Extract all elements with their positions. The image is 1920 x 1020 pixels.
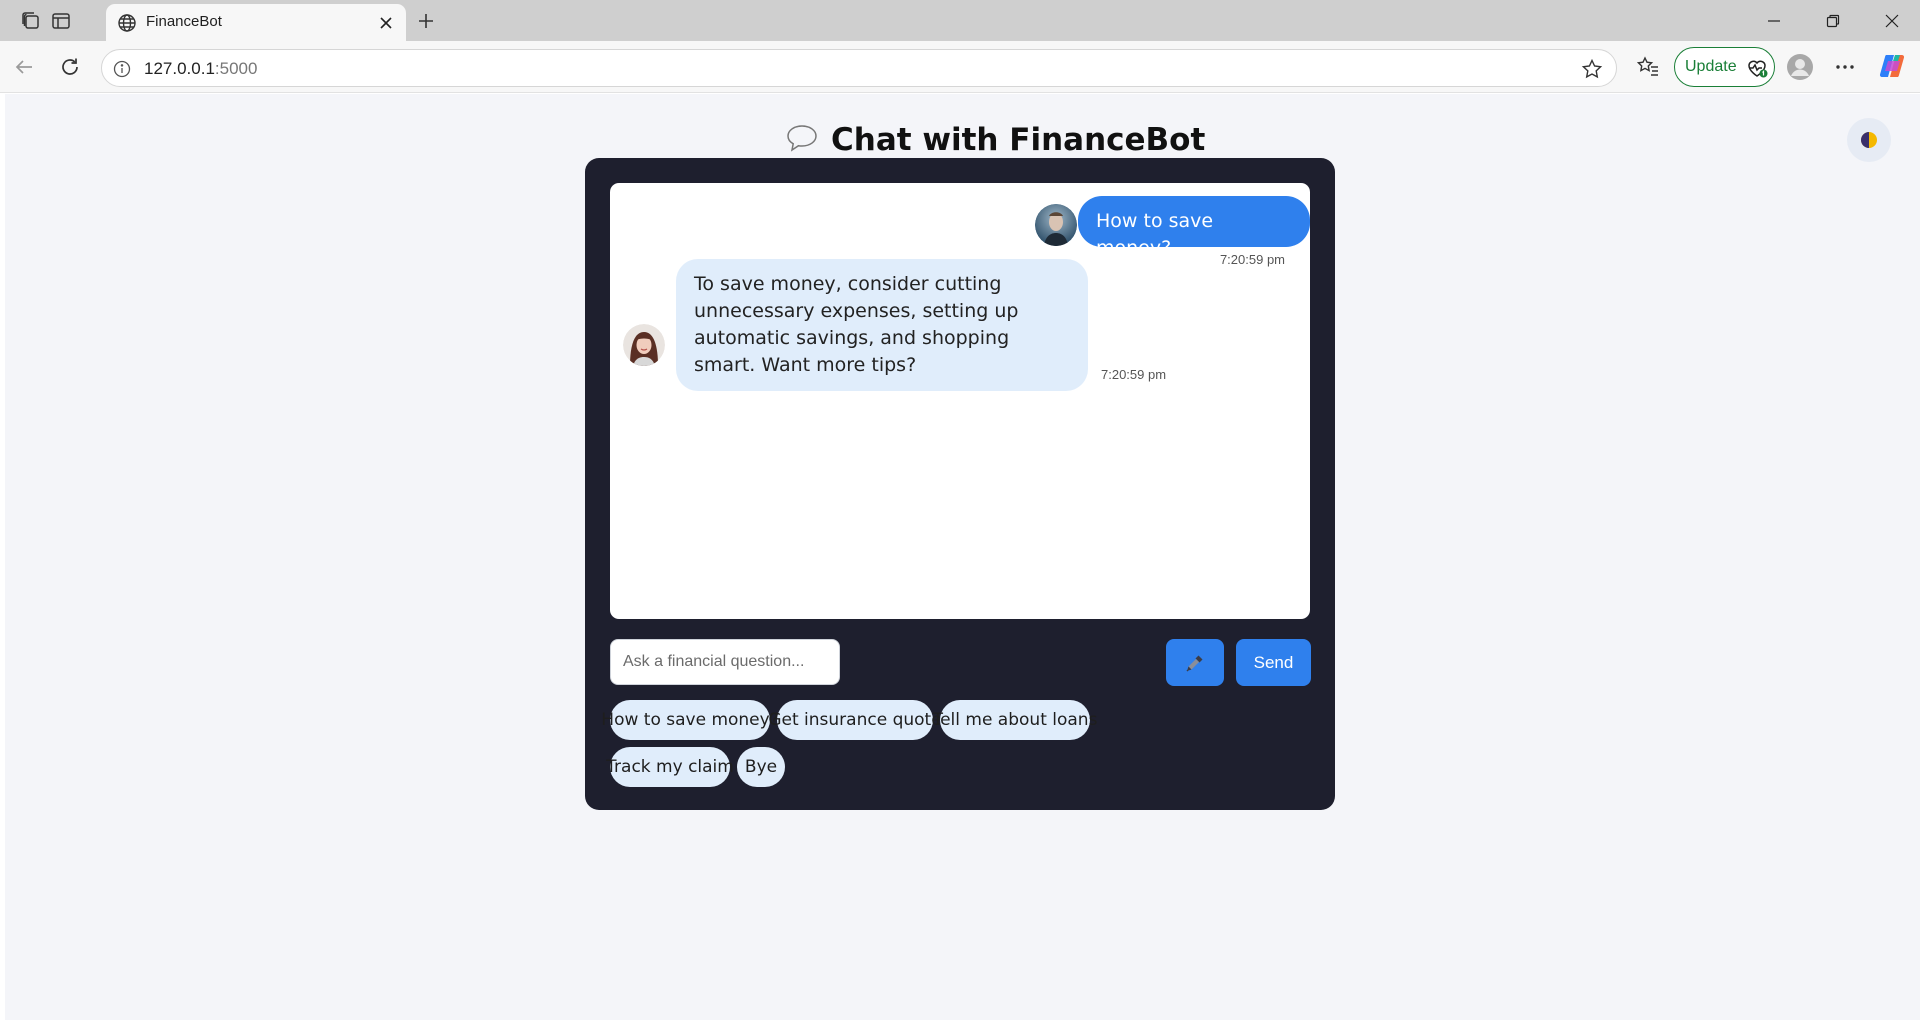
copilot-icon[interactable] <box>1876 50 1908 82</box>
user-message-bubble: How to save money? <box>1078 196 1310 259</box>
new-tab-icon[interactable] <box>412 7 440 35</box>
refresh-icon[interactable] <box>54 51 86 83</box>
page-header: Chat with FinanceBot <box>785 120 1205 160</box>
microphone-button[interactable] <box>1166 639 1224 686</box>
quick-reply-bye[interactable]: Bye <box>737 747 785 787</box>
bot-message-bubble: To save money, consider cutting unnecess… <box>676 259 1088 391</box>
back-icon[interactable] <box>8 51 40 83</box>
quick-reply-save-money[interactable]: How to save money? <box>601 700 779 740</box>
profile-avatar-icon[interactable] <box>1784 51 1816 83</box>
workspaces-icon[interactable] <box>18 8 44 34</box>
update-button[interactable]: Update <box>1674 47 1775 87</box>
browser-tab-bar: FinanceBot <box>0 0 1920 41</box>
contrast-icon <box>1861 132 1877 148</box>
vertical-tabs-icon[interactable] <box>48 8 74 34</box>
send-button[interactable]: Send <box>1236 639 1311 686</box>
bot-message-timestamp: 7:20:59 pm <box>1101 367 1167 382</box>
tab-title: FinanceBot <box>146 13 222 30</box>
browser-tab[interactable]: FinanceBot <box>106 4 406 41</box>
address-text: 127.0.0.1:5000 <box>144 59 257 79</box>
speech-bubble-icon <box>785 123 819 158</box>
favorite-star-icon[interactable] <box>1580 57 1604 81</box>
close-window-icon[interactable] <box>1870 6 1914 36</box>
address-bar[interactable]: 127.0.0.1:5000 <box>101 49 1617 87</box>
favorites-icon[interactable] <box>1632 51 1664 83</box>
microphone-icon <box>1186 655 1203 672</box>
close-tab-icon[interactable] <box>374 11 398 35</box>
update-label: Update <box>1685 58 1737 75</box>
site-info-icon[interactable] <box>112 59 132 79</box>
more-options-icon[interactable] <box>1829 51 1861 83</box>
bot-avatar <box>623 324 665 366</box>
globe-icon <box>116 12 138 34</box>
restore-icon[interactable] <box>1811 6 1855 36</box>
theme-toggle-button[interactable] <box>1847 118 1891 162</box>
question-input[interactable] <box>610 639 840 685</box>
quick-reply-track-claim[interactable]: Track my claim <box>606 747 734 787</box>
bot-message-text: To save money, consider cutting unnecess… <box>694 273 1019 376</box>
minimize-icon[interactable] <box>1752 6 1796 36</box>
user-message-timestamp: 7:20:59 pm <box>1219 252 1285 267</box>
page-title: Chat with FinanceBot <box>831 122 1206 158</box>
address-port: :5000 <box>214 59 258 78</box>
address-host: 127.0.0.1 <box>144 59 215 78</box>
quick-reply-insurance-quote[interactable]: Get insurance quote <box>768 700 942 740</box>
user-avatar <box>1035 204 1077 246</box>
chat-card: How to save money? 7:20:59 pm To save mo… <box>585 158 1335 810</box>
browser-toolbar: 127.0.0.1:5000 Update <box>0 41 1920 93</box>
quick-reply-loans[interactable]: Tell me about loans <box>933 700 1097 740</box>
browser-essentials-heart-icon <box>1745 56 1769 80</box>
chat-messages[interactable]: How to save money? 7:20:59 pm To save mo… <box>610 183 1310 619</box>
user-message-text: How to save money? <box>1096 210 1214 259</box>
